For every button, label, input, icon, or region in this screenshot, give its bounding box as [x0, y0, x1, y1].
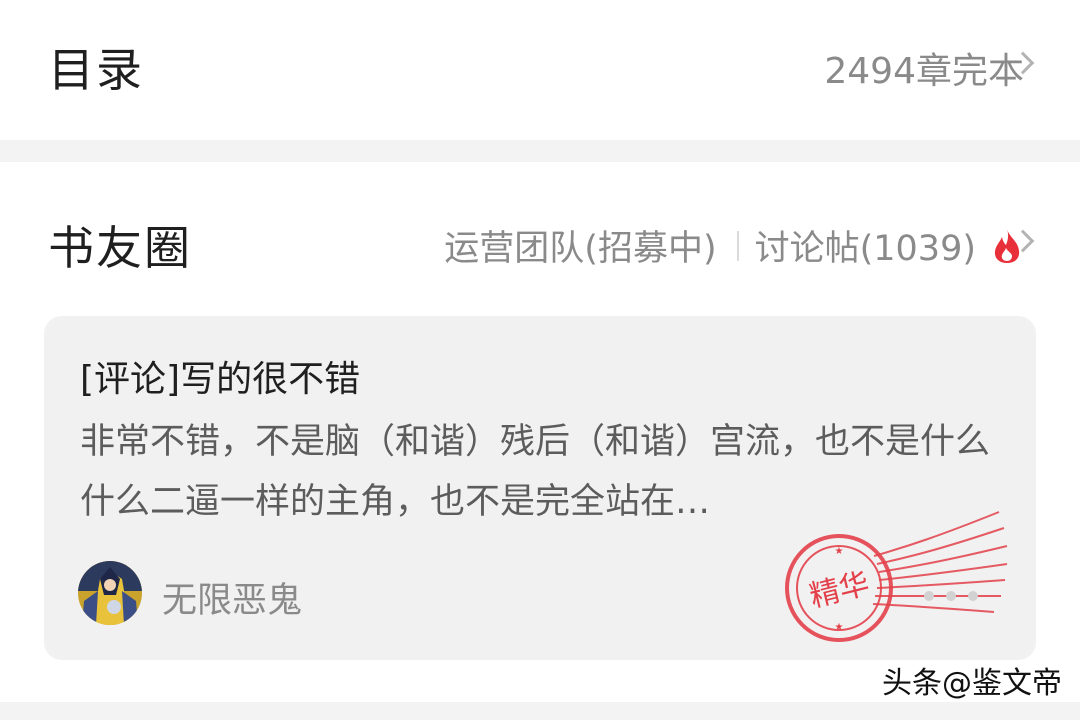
stamp-label: 精华 — [806, 566, 873, 614]
watermark: 头条 @鉴文帝 — [882, 658, 1062, 702]
svg-text:★: ★ — [835, 546, 844, 557]
svg-text:★: ★ — [835, 622, 844, 633]
watermark-account: @鉴文帝 — [942, 666, 1062, 701]
featured-post-card[interactable]: [评论]写的很不错 非常不错，不是脑（和谐）残后（和谐）宫流，也不是什么什么二逼… — [44, 316, 1036, 660]
toc-title: 目录 — [48, 43, 144, 97]
circle-links: 运营团队(招募中) 讨论帖(1039) — [444, 220, 1024, 271]
carousel-dot — [968, 591, 978, 601]
carousel-indicator — [924, 591, 990, 601]
divider — [736, 230, 739, 261]
watermark-source: 头条 — [882, 666, 942, 701]
carousel-dot — [946, 591, 956, 601]
featured-stamp: 精华 ★ ★ — [785, 511, 1008, 642]
circle-title: 书友圈 — [48, 221, 192, 275]
toc-status-link[interactable]: 2494章完本 — [824, 42, 1024, 94]
toc-section[interactable]: 目录 2494章完本 — [0, 0, 1080, 140]
ops-team-link[interactable]: 运营团队(招募中) — [444, 220, 716, 271]
book-circle-section: 书友圈 运营团队(招募中) 讨论帖(1039) [评论]写的很不错 非常不错，不… — [0, 162, 1080, 702]
author-name[interactable]: 无限恶鬼 — [162, 572, 302, 623]
carousel-dot — [924, 591, 934, 601]
post-title[interactable]: [评论]写的很不错 — [80, 350, 360, 402]
avatar[interactable] — [78, 561, 142, 625]
discussion-link[interactable]: 讨论帖(1039) — [755, 220, 976, 271]
